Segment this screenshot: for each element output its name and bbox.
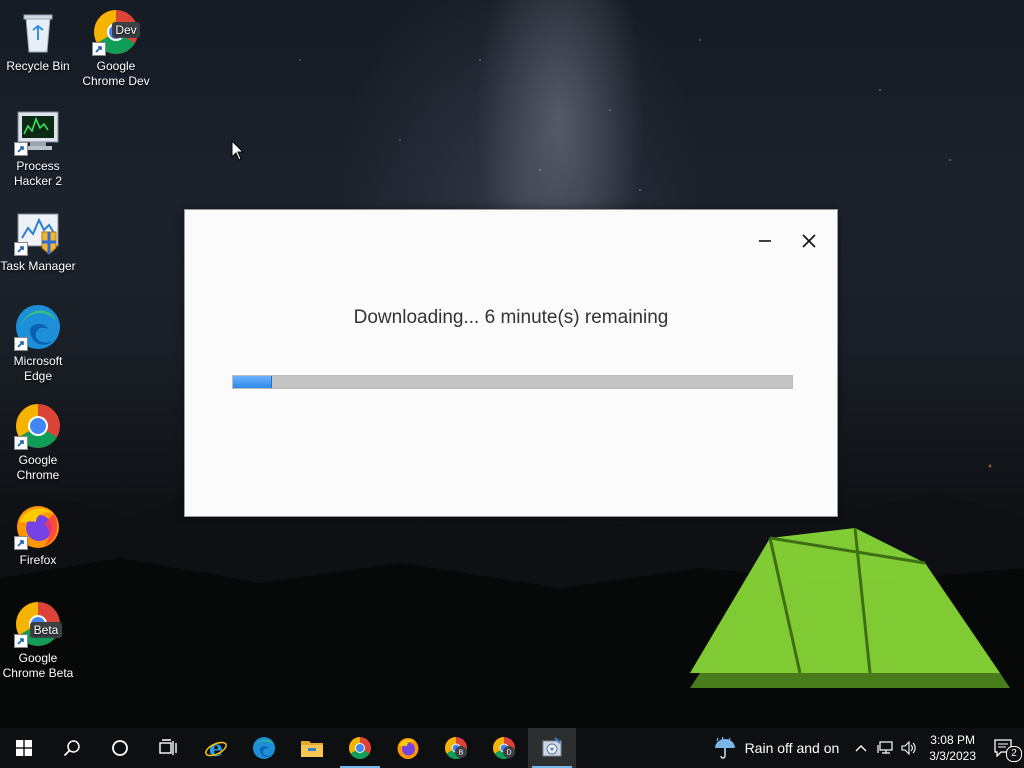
desktop-icon-label: Google [96, 59, 136, 73]
installer-icon [542, 737, 562, 757]
shortcut-arrow-icon [14, 634, 28, 648]
taskbar-search-button[interactable] [48, 728, 96, 768]
svg-text:Beta: Beta [34, 623, 59, 637]
desktop-icon-label: Task Manager [0, 259, 76, 273]
download-progress-fill [233, 376, 273, 388]
svg-text:D: D [506, 750, 511, 757]
desktop-icon-label: Firefox [19, 553, 57, 567]
taskbar-file-explorer[interactable] [288, 728, 336, 768]
desktop-icon-label: Hacker 2 [13, 174, 63, 188]
firefox-icon [14, 502, 62, 550]
taskbar: e B D Rain off and on 3:08 PM 3/3/2023 2 [0, 728, 1024, 768]
file-explorer-icon [301, 741, 323, 757]
taskbar-internet-explorer[interactable]: e [192, 728, 240, 768]
start-button[interactable] [0, 728, 48, 768]
shortcut-arrow-icon [14, 436, 28, 450]
desktop-icon-chrome[interactable]: Google Chrome [0, 402, 76, 483]
cortana-button[interactable] [96, 728, 144, 768]
chrome-beta-icon: B [445, 737, 467, 759]
show-hidden-icons-button[interactable] [849, 728, 873, 768]
desktop-icon-process-hacker[interactable]: Process Hacker 2 [0, 108, 76, 189]
desktop-icon-recycle-bin[interactable]: Recycle Bin [0, 8, 76, 74]
rain-umbrella-icon [714, 736, 735, 759]
taskbar-chrome-dev[interactable]: D [480, 728, 528, 768]
task-view-icon [159, 739, 177, 755]
taskbar-chrome[interactable] [336, 728, 384, 768]
taskbar-clock[interactable]: 3:08 PM 3/3/2023 [921, 732, 984, 764]
shortcut-arrow-icon [14, 536, 28, 550]
search-icon [63, 740, 80, 757]
download-dialog: Downloading... 6 minute(s) remaining [184, 209, 838, 517]
task-view-button[interactable] [144, 728, 192, 768]
minimize-icon [759, 240, 771, 242]
internet-explorer-icon: e [205, 736, 227, 760]
shortcut-arrow-icon [92, 42, 106, 56]
desktop-icon-label: Process [16, 159, 60, 173]
mouse-cursor-icon [231, 140, 245, 161]
desktop-icon-label: Chrome Beta [2, 666, 74, 680]
chevron-up-icon [855, 745, 867, 752]
edge-icon [14, 303, 62, 351]
taskbar-installer[interactable] [528, 728, 576, 768]
notifications-button[interactable]: 2 [984, 728, 1024, 768]
shortcut-arrow-icon [14, 242, 28, 256]
volume-icon [901, 741, 916, 755]
svg-text:B: B [459, 750, 464, 757]
desktop-icon-label: Google [18, 651, 58, 665]
volume-button[interactable] [897, 728, 921, 768]
desktop-icon-label: Chrome [16, 468, 60, 482]
weather-text: Rain off and on [744, 740, 840, 756]
recycle-bin-icon [14, 8, 62, 56]
network-button[interactable] [873, 728, 897, 768]
desktop-icon-label: Microsoft [13, 354, 63, 368]
desktop-icon-chrome-dev[interactable]: Dev Google Chrome Dev [78, 8, 154, 89]
chrome-beta-icon: Beta [14, 600, 62, 648]
task-manager-icon [14, 208, 62, 256]
taskbar-chrome-beta[interactable]: B [432, 728, 480, 768]
close-button[interactable] [791, 228, 827, 254]
weather-widget[interactable]: Rain off and on [707, 728, 850, 768]
cortana-icon [112, 740, 128, 756]
chrome-dev-icon: Dev [92, 8, 140, 56]
notification-count-badge: 2 [1006, 746, 1022, 762]
desktop-icon-task-manager[interactable]: Task Manager [0, 208, 76, 274]
taskbar-edge[interactable] [240, 728, 288, 768]
windows-logo-icon [16, 740, 32, 756]
desktop-icon-edge[interactable]: Microsoft Edge [0, 303, 76, 384]
download-progress-bar [232, 375, 793, 389]
desktop-icon-label: Chrome Dev [82, 74, 150, 88]
svg-text:Dev: Dev [115, 23, 136, 37]
chrome-dev-icon: D [493, 737, 515, 759]
desktop-icon-label: Recycle Bin [6, 59, 70, 73]
firefox-icon [397, 738, 419, 759]
clock-date: 3/3/2023 [929, 749, 976, 763]
desktop-icon-label: Google [18, 453, 58, 467]
minimize-button[interactable] [747, 228, 783, 254]
process-hacker-icon [14, 108, 62, 156]
download-status-text: Downloading... 6 minute(s) remaining [353, 307, 669, 328]
edge-icon [253, 737, 275, 759]
shortcut-arrow-icon [14, 337, 28, 351]
chrome-icon [14, 402, 62, 450]
taskbar-firefox[interactable] [384, 728, 432, 768]
chrome-icon [349, 737, 371, 759]
shortcut-arrow-icon [14, 142, 28, 156]
clock-time: 3:08 PM [930, 733, 975, 747]
close-icon [802, 234, 816, 248]
desktop-icon-firefox[interactable]: Firefox [0, 502, 76, 568]
network-icon [877, 741, 893, 754]
desktop-icon-label: Edge [23, 369, 53, 383]
system-tray: Rain off and on 3:08 PM 3/3/2023 2 [707, 728, 1024, 768]
desktop-icon-chrome-beta[interactable]: Beta Google Chrome Beta [0, 600, 76, 681]
svg-text:e: e [209, 736, 223, 760]
